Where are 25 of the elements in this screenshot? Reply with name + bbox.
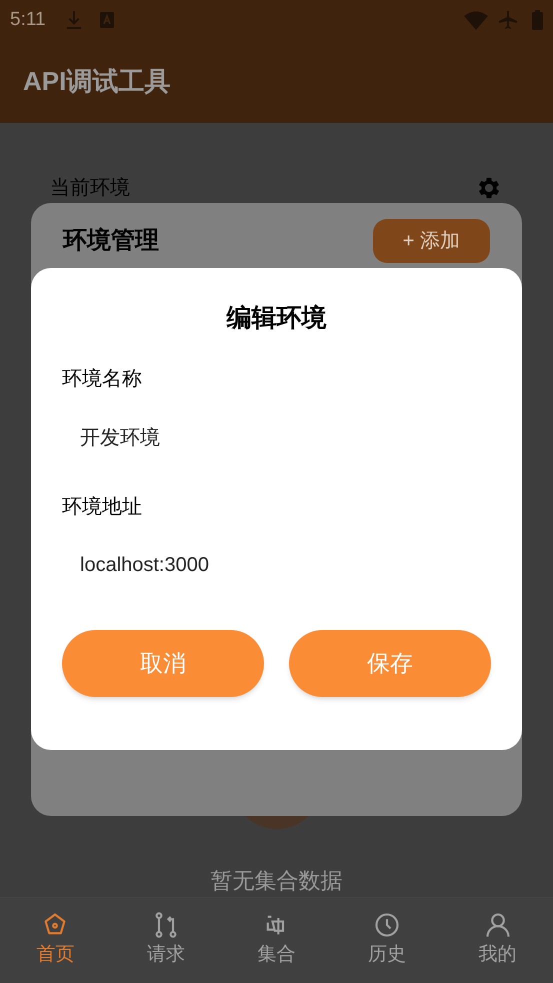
- text-icon: [100, 12, 114, 28]
- airplane-icon: [498, 10, 518, 30]
- nav-tab[interactable]: 请求: [110, 911, 222, 970]
- clock-icon: [373, 911, 402, 940]
- nav-tab[interactable]: 集合: [221, 911, 332, 970]
- empty-message: 暂无集合数据: [210, 869, 342, 893]
- section-label: 当前环境: [50, 176, 130, 201]
- cancel-button[interactable]: 取消: [62, 630, 264, 697]
- dialog-title: 编辑环境: [225, 303, 328, 334]
- nav-tab[interactable]: 我的: [442, 911, 553, 970]
- download-icon: [66, 10, 82, 30]
- add-button[interactable]: + 添加: [372, 219, 490, 263]
- save-button[interactable]: 保存: [289, 630, 491, 697]
- field-label: 环境名称: [62, 367, 143, 392]
- wifi-icon: [464, 10, 488, 30]
- app-title: API调试工具: [23, 65, 170, 98]
- input-field[interactable]: localhost:3000: [62, 548, 491, 582]
- status-time: 5:11: [10, 8, 46, 32]
- panel-title: 环境管理: [63, 226, 159, 256]
- battery-icon: [532, 10, 543, 30]
- person-icon: [484, 911, 512, 940]
- field-label: 环境地址: [62, 495, 143, 520]
- input-field[interactable]: 开发环境: [62, 420, 491, 454]
- nav-tab[interactable]: 历史: [332, 911, 442, 970]
- nav-tab[interactable]: 首页: [0, 911, 111, 970]
